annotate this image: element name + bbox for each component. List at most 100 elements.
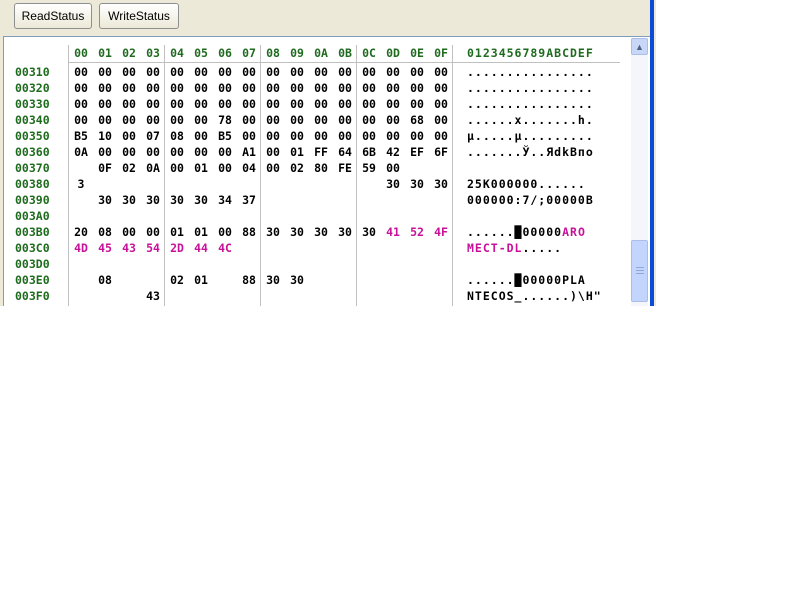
hex-byte[interactable]: 07 bbox=[141, 128, 165, 144]
hex-editor-panel[interactable]: 00 01 02 03 04 05 06 07 08 09 0A 0B 0C 0D 0E 0F 01234567… bbox=[3, 36, 650, 306]
hex-byte[interactable]: FF bbox=[309, 144, 333, 160]
hex-byte[interactable]: 68 bbox=[405, 112, 429, 128]
hex-byte[interactable]: 00 bbox=[165, 112, 189, 128]
hex-byte[interactable]: 20 bbox=[69, 224, 93, 240]
hex-byte[interactable]: 00 bbox=[357, 112, 381, 128]
hex-byte[interactable]: 00 bbox=[69, 96, 93, 112]
hex-byte[interactable]: 08 bbox=[165, 128, 189, 144]
ascii-text[interactable]: µ.....µ......... bbox=[467, 128, 617, 144]
hex-byte[interactable]: 00 bbox=[285, 112, 309, 128]
hex-byte[interactable]: 00 bbox=[237, 64, 261, 80]
hex-byte[interactable]: 00 bbox=[429, 112, 453, 128]
hex-byte[interactable]: 00 bbox=[261, 64, 285, 80]
hex-byte[interactable]: 00 bbox=[141, 96, 165, 112]
hex-byte[interactable]: 00 bbox=[165, 64, 189, 80]
hex-byte[interactable]: 00 bbox=[261, 80, 285, 96]
hex-byte[interactable]: 00 bbox=[237, 80, 261, 96]
hex-byte[interactable]: 30 bbox=[117, 192, 141, 208]
ascii-text[interactable]: 000000:7/;00000B bbox=[467, 192, 617, 208]
hex-byte[interactable]: 00 bbox=[261, 144, 285, 160]
hex-byte[interactable]: 00 bbox=[333, 96, 357, 112]
hex-byte[interactable]: 30 bbox=[285, 224, 309, 240]
hex-byte[interactable]: 88 bbox=[237, 272, 261, 288]
hex-byte[interactable]: 45 bbox=[93, 240, 117, 256]
hex-byte[interactable]: 00 bbox=[213, 64, 237, 80]
hex-byte[interactable]: 30 bbox=[93, 192, 117, 208]
hex-byte[interactable]: 00 bbox=[333, 64, 357, 80]
hex-byte[interactable]: 30 bbox=[189, 192, 213, 208]
hex-byte[interactable]: 00 bbox=[237, 128, 261, 144]
hex-byte[interactable]: 30 bbox=[357, 224, 381, 240]
hex-byte[interactable]: 00 bbox=[381, 64, 405, 80]
hex-byte[interactable]: 00 bbox=[117, 144, 141, 160]
hex-byte[interactable]: 00 bbox=[381, 160, 405, 176]
hex-byte[interactable]: 00 bbox=[237, 112, 261, 128]
hex-byte[interactable]: 37 bbox=[237, 192, 261, 208]
hex-byte[interactable]: 0A bbox=[69, 144, 93, 160]
hex-byte[interactable]: 00 bbox=[333, 128, 357, 144]
hex-byte[interactable]: 00 bbox=[117, 64, 141, 80]
hex-byte[interactable]: 00 bbox=[165, 160, 189, 176]
hex-byte[interactable]: 54 bbox=[141, 240, 165, 256]
hex-byte[interactable]: 00 bbox=[165, 96, 189, 112]
hex-byte[interactable]: 00 bbox=[237, 96, 261, 112]
hex-byte[interactable]: 00 bbox=[93, 96, 117, 112]
hex-byte[interactable]: 00 bbox=[333, 112, 357, 128]
hex-byte[interactable]: 00 bbox=[213, 160, 237, 176]
hex-byte[interactable]: 00 bbox=[285, 96, 309, 112]
hex-byte[interactable]: 01 bbox=[189, 160, 213, 176]
hex-byte[interactable]: 00 bbox=[405, 64, 429, 80]
ascii-text[interactable]: ......█00000PLA bbox=[467, 272, 617, 288]
hex-byte[interactable]: 3 bbox=[69, 176, 93, 192]
hex-byte[interactable]: 00 bbox=[429, 128, 453, 144]
hex-byte[interactable]: 52 bbox=[405, 224, 429, 240]
vertical-scrollbar[interactable]: ▲ bbox=[631, 38, 648, 306]
hex-byte[interactable]: EF bbox=[405, 144, 429, 160]
hex-byte[interactable]: 10 bbox=[93, 128, 117, 144]
hex-byte[interactable]: 00 bbox=[261, 112, 285, 128]
hex-byte[interactable]: 43 bbox=[141, 288, 165, 304]
hex-byte[interactable]: 00 bbox=[405, 96, 429, 112]
ascii-text[interactable]: NTECOS_......)\H" bbox=[467, 288, 617, 304]
hex-byte[interactable]: 88 bbox=[237, 224, 261, 240]
hex-byte[interactable]: 4D bbox=[69, 240, 93, 256]
hex-byte[interactable]: 00 bbox=[141, 64, 165, 80]
hex-byte[interactable]: 02 bbox=[285, 160, 309, 176]
hex-byte[interactable]: 00 bbox=[189, 128, 213, 144]
hex-byte[interactable]: 41 bbox=[381, 224, 405, 240]
ascii-text[interactable]: ................ bbox=[467, 80, 617, 96]
hex-byte[interactable]: 30 bbox=[261, 224, 285, 240]
hex-byte[interactable]: 00 bbox=[213, 144, 237, 160]
hex-byte[interactable]: 00 bbox=[117, 224, 141, 240]
hex-byte[interactable]: 00 bbox=[285, 128, 309, 144]
hex-byte[interactable]: 00 bbox=[381, 96, 405, 112]
hex-byte[interactable]: 00 bbox=[69, 112, 93, 128]
hex-byte[interactable]: 00 bbox=[69, 64, 93, 80]
hex-byte[interactable]: 0A bbox=[141, 160, 165, 176]
hex-byte[interactable]: 00 bbox=[117, 112, 141, 128]
hex-byte[interactable]: 00 bbox=[141, 80, 165, 96]
hex-byte[interactable]: 30 bbox=[333, 224, 357, 240]
ascii-text[interactable]: ................ bbox=[467, 96, 617, 112]
hex-byte[interactable]: 00 bbox=[117, 80, 141, 96]
write-status-button[interactable]: WriteStatus bbox=[99, 3, 179, 29]
hex-byte[interactable]: 34 bbox=[213, 192, 237, 208]
hex-byte[interactable]: 00 bbox=[381, 112, 405, 128]
hex-byte[interactable]: 64 bbox=[333, 144, 357, 160]
hex-byte[interactable]: 00 bbox=[141, 112, 165, 128]
hex-byte[interactable]: 00 bbox=[189, 96, 213, 112]
hex-byte[interactable]: 00 bbox=[285, 80, 309, 96]
hex-byte[interactable]: 00 bbox=[309, 112, 333, 128]
hex-byte[interactable]: 00 bbox=[357, 64, 381, 80]
hex-byte[interactable]: 30 bbox=[141, 192, 165, 208]
hex-byte[interactable]: 00 bbox=[69, 80, 93, 96]
hex-byte[interactable]: 44 bbox=[189, 240, 213, 256]
hex-byte[interactable]: 08 bbox=[93, 272, 117, 288]
hex-byte[interactable]: 30 bbox=[429, 176, 453, 192]
hex-byte[interactable]: 2D bbox=[165, 240, 189, 256]
hex-byte[interactable]: 78 bbox=[213, 112, 237, 128]
hex-byte[interactable]: 00 bbox=[213, 80, 237, 96]
hex-byte[interactable]: 6F bbox=[429, 144, 453, 160]
hex-byte[interactable]: 00 bbox=[117, 128, 141, 144]
ascii-text[interactable]: MECT-DL..... bbox=[467, 240, 617, 256]
